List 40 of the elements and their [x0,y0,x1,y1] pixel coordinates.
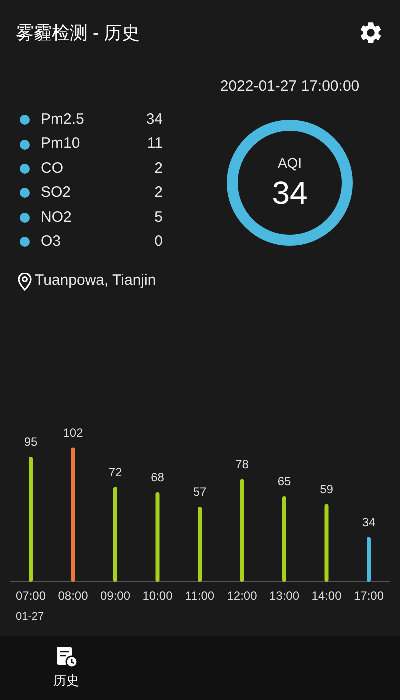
data-label: 102 [63,426,84,440]
location-pin-icon [17,272,33,291]
x-tick-label: 08:00 [58,589,88,603]
aqi-value: 34 [272,174,308,212]
pollutant-value: 11 [146,134,163,154]
x-tick-label: 10:00 [142,589,173,603]
pollutant-name: SO2 [41,183,72,204]
x-tick-label: 14:00 [312,589,342,603]
x-tick-label: 11:00 [185,589,215,603]
data-label: 68 [151,470,164,485]
pollutant-name: O3 [41,232,62,252]
history-icon [56,646,78,668]
pollutant-name: CO [41,158,64,179]
pollutant-value: 2 [154,158,163,179]
x-tick-label: 12:00 [227,589,258,603]
x-tick-label: 13:00 [269,589,300,603]
location-text: Tuanpowa, Tianjin [35,271,156,292]
app-title: 雾霾检测 - 历史 [16,22,140,44]
pollutant-value: 2 [154,183,163,204]
x-tick-label: 17:00 [354,589,384,603]
data-label: 65 [278,474,292,488]
date-label: 01-27 [16,611,44,623]
x-tick-label: 07:00 [16,589,46,603]
data-label: 59 [320,482,334,496]
pollutant-value: 5 [154,208,163,228]
data-label: 95 [24,435,38,449]
settings-icon[interactable] [358,20,384,46]
timestamp: 2022-01-27 17:00:00 [220,77,360,97]
data-label: 34 [362,515,376,530]
data-label: 57 [193,485,207,499]
data-label: 72 [108,465,122,480]
data-label: 78 [236,457,249,472]
pollutant-value: 34 [145,110,163,130]
pollutant-name: Pm2.5 [41,110,86,130]
pollutant-name: NO2 [41,208,73,228]
aqi-label: AQI [278,154,302,173]
pollutant-name: Pm10 [41,134,82,154]
bar [367,537,371,582]
pollutant-value: 0 [154,232,163,252]
x-tick-label: 09:00 [100,589,131,603]
